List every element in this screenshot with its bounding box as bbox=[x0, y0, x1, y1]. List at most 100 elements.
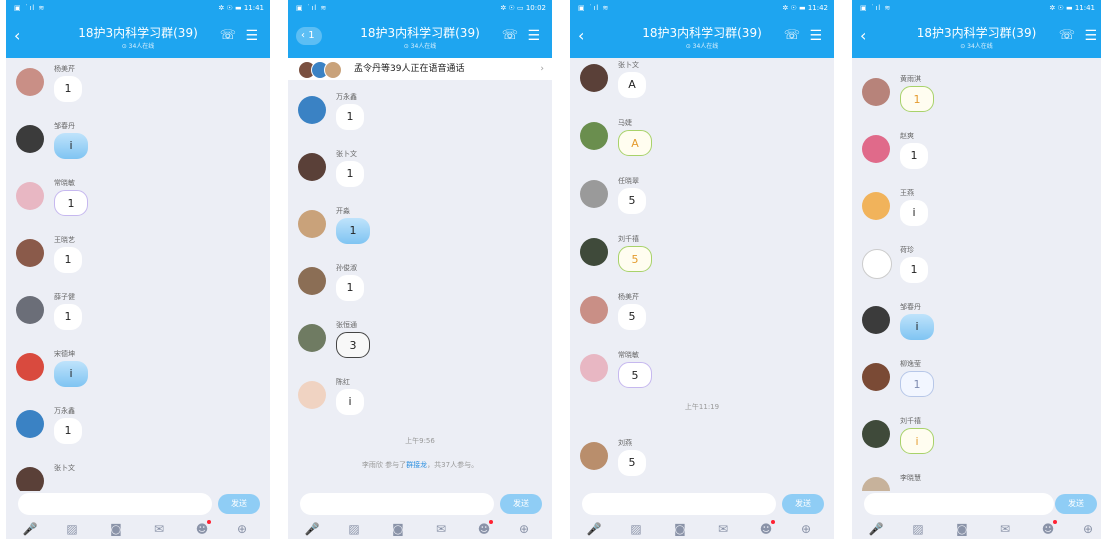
message-bubble[interactable]: A bbox=[618, 72, 646, 98]
message-bubble[interactable]: i bbox=[336, 389, 364, 415]
avatar[interactable] bbox=[16, 239, 44, 267]
avatar[interactable] bbox=[580, 122, 608, 150]
avatar[interactable] bbox=[16, 182, 44, 210]
message-input[interactable] bbox=[300, 493, 494, 515]
avatar[interactable] bbox=[580, 64, 608, 92]
plus-icon[interactable]: ⊕ bbox=[234, 521, 250, 537]
microphone-icon[interactable]: 🎤 bbox=[586, 521, 602, 537]
avatar[interactable] bbox=[862, 363, 890, 391]
red-packet-icon[interactable]: ✉ bbox=[997, 521, 1013, 537]
emoji-icon[interactable]: ☻ bbox=[1040, 520, 1057, 537]
message-input[interactable] bbox=[582, 493, 776, 515]
avatar[interactable] bbox=[862, 135, 890, 163]
avatar[interactable] bbox=[16, 68, 44, 96]
message-bubble[interactable]: 5 bbox=[618, 246, 652, 272]
avatar[interactable] bbox=[862, 420, 890, 448]
menu-icon[interactable]: ☰ bbox=[527, 28, 540, 44]
avatar[interactable] bbox=[298, 324, 326, 352]
menu-icon[interactable]: ☰ bbox=[1084, 28, 1097, 44]
plus-icon[interactable]: ⊕ bbox=[798, 521, 814, 537]
message-list[interactable]: 张卜文 A 马婕 A 任晓翠 5 刘千禧 5 杨美芹 5 常晓敏 5 刘燕 5 上午11:19 bbox=[570, 58, 834, 491]
message-bubble[interactable]: 1 bbox=[54, 247, 82, 273]
message-bubble[interactable]: i bbox=[54, 361, 88, 387]
message-bubble[interactable]: A bbox=[618, 130, 652, 156]
message-bubble[interactable]: i bbox=[900, 428, 934, 454]
message-bubble[interactable]: 1 bbox=[336, 104, 364, 130]
voice-call-icon[interactable]: ☏ bbox=[1059, 28, 1075, 43]
microphone-icon[interactable]: 🎤 bbox=[22, 521, 38, 537]
avatar[interactable] bbox=[580, 442, 608, 470]
voice-call-icon[interactable]: ☏ bbox=[220, 28, 236, 43]
message-bubble[interactable]: 1 bbox=[54, 190, 88, 216]
avatar[interactable] bbox=[580, 296, 608, 324]
message-input[interactable] bbox=[18, 493, 212, 515]
message-bubble[interactable]: i bbox=[900, 200, 928, 226]
plus-icon[interactable]: ⊕ bbox=[516, 521, 532, 537]
message-bubble[interactable]: 5 bbox=[618, 304, 646, 330]
avatar[interactable] bbox=[862, 477, 890, 491]
send-button[interactable]: 发送 bbox=[218, 494, 260, 514]
image-icon[interactable]: ▨ bbox=[628, 521, 644, 537]
avatar[interactable] bbox=[298, 267, 326, 295]
message-bubble[interactable]: 5 bbox=[618, 362, 652, 388]
message-bubble[interactable]: 5 bbox=[618, 188, 646, 214]
image-icon[interactable]: ▨ bbox=[346, 521, 362, 537]
avatar[interactable] bbox=[16, 296, 44, 324]
voice-call-icon[interactable]: ☏ bbox=[784, 28, 800, 43]
avatar[interactable] bbox=[16, 467, 44, 491]
message-bubble[interactable]: 1 bbox=[336, 275, 364, 301]
avatar[interactable] bbox=[580, 180, 608, 208]
plus-icon[interactable]: ⊕ bbox=[1080, 521, 1096, 537]
image-icon[interactable]: ▨ bbox=[64, 521, 80, 537]
message-bubble[interactable]: 1 bbox=[900, 86, 934, 112]
emoji-icon[interactable]: ☻ bbox=[194, 520, 211, 537]
camera-icon[interactable]: ◙ bbox=[672, 521, 688, 537]
microphone-icon[interactable]: 🎤 bbox=[304, 521, 320, 537]
send-button[interactable]: 发送 bbox=[500, 494, 542, 514]
message-bubble[interactable]: 1 bbox=[900, 371, 934, 397]
group-solitaire-link[interactable]: 群接龙 bbox=[406, 461, 427, 469]
send-button[interactable]: 发送 bbox=[1055, 494, 1097, 514]
message-bubble[interactable]: 1 bbox=[336, 161, 364, 187]
avatar[interactable] bbox=[298, 96, 326, 124]
message-list[interactable]: 万永鑫 1 张卜文 1 开淼 1 孙俊淑 1 张恒通 3 陈红 i 上午9:56 李雨欣 参与了群接龙，共… bbox=[288, 80, 552, 491]
microphone-icon[interactable]: 🎤 bbox=[868, 521, 884, 537]
voice-call-icon[interactable]: ☏ bbox=[502, 28, 518, 43]
avatar[interactable] bbox=[580, 354, 608, 382]
message-bubble[interactable]: 1 bbox=[900, 257, 928, 283]
camera-icon[interactable]: ◙ bbox=[108, 521, 124, 537]
avatar[interactable] bbox=[16, 353, 44, 381]
message-bubble[interactable]: 1 bbox=[54, 76, 82, 102]
avatar[interactable] bbox=[862, 306, 890, 334]
avatar[interactable] bbox=[16, 410, 44, 438]
message-bubble[interactable]: 5 bbox=[618, 450, 646, 476]
message-bubble[interactable]: 1 bbox=[336, 218, 370, 244]
avatar[interactable] bbox=[580, 238, 608, 266]
send-button[interactable]: 发送 bbox=[782, 494, 824, 514]
message-bubble[interactable]: 1 bbox=[54, 304, 82, 330]
image-icon[interactable]: ▨ bbox=[910, 521, 926, 537]
avatar[interactable] bbox=[862, 192, 890, 220]
message-bubble[interactable]: 1 bbox=[900, 143, 928, 169]
avatar[interactable] bbox=[298, 210, 326, 238]
voice-call-banner[interactable]: 孟令丹等39人正在语音通话 › bbox=[288, 58, 552, 80]
menu-icon[interactable]: ☰ bbox=[245, 28, 258, 44]
message-input[interactable] bbox=[864, 493, 1054, 515]
red-packet-icon[interactable]: ✉ bbox=[433, 521, 449, 537]
emoji-icon[interactable]: ☻ bbox=[758, 520, 775, 537]
avatar[interactable] bbox=[862, 78, 890, 106]
message-list[interactable]: 黄雨淇 1 赵爽 1 王燕 i 荷珍 1 邹春丹 i 柳逸莹 1 刘千禧 i 李晓慧 bbox=[852, 58, 1101, 491]
message-list[interactable]: 杨美芹 1 邹春丹 i 常晓敏 1 王晓艺 1 薛子健 1 宋德坤 i 万永鑫 1 张卜文 bbox=[6, 58, 270, 491]
camera-icon[interactable]: ◙ bbox=[390, 521, 406, 537]
red-packet-icon[interactable]: ✉ bbox=[715, 521, 731, 537]
menu-icon[interactable]: ☰ bbox=[809, 28, 822, 44]
avatar[interactable] bbox=[298, 153, 326, 181]
avatar[interactable] bbox=[298, 381, 326, 409]
red-packet-icon[interactable]: ✉ bbox=[151, 521, 167, 537]
emoji-icon[interactable]: ☻ bbox=[476, 520, 493, 537]
camera-icon[interactable]: ◙ bbox=[954, 521, 970, 537]
message-bubble[interactable]: 3 bbox=[336, 332, 370, 358]
avatar[interactable] bbox=[862, 249, 892, 279]
avatar[interactable] bbox=[16, 125, 44, 153]
message-bubble[interactable]: i bbox=[900, 314, 934, 340]
